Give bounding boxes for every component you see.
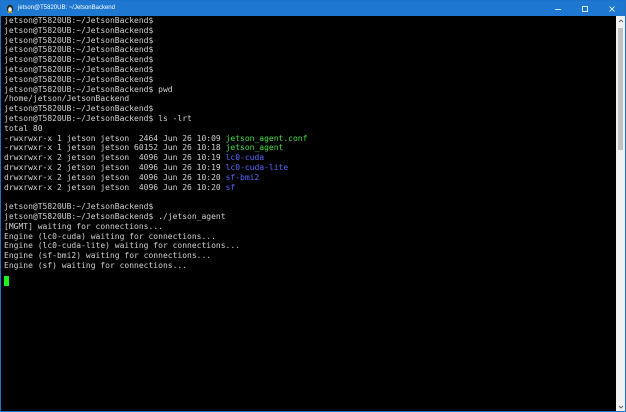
terminal-text: jetson@T5820UB:~/JetsonBackend$	[4, 35, 154, 45]
terminal-text: -rwxrwxr-x 1 jetson jetson 2464 Jun 26 1…	[4, 133, 226, 143]
terminal-text: jetson@T5820UB:~/JetsonBackend$ pwd	[4, 84, 173, 94]
close-button[interactable]	[598, 1, 625, 16]
terminal-text: jetson@T5820UB:~/JetsonBackend$	[4, 55, 154, 65]
terminal-line: jetson@T5820UB:~/JetsonBackend$ ls -lrt	[1, 114, 616, 124]
terminal-line: jetson@T5820UB:~/JetsonBackend$	[1, 16, 616, 26]
terminal-output[interactable]: jetson@T5820UB:~/JetsonBackend$ jetson@T5…	[1, 16, 616, 411]
terminal-text: -rwxrwxr-x 1 jetson jetson 60152 Jun 26 …	[4, 143, 226, 153]
terminal-line: jetson@T5820UB:~/JetsonBackend$	[1, 75, 616, 85]
terminal-text: jetson@T5820UB:~/JetsonBackend$	[4, 64, 154, 74]
terminal-line: drwxrwxr-x 2 jetson jetson 4096 Jun 26 1…	[1, 173, 616, 183]
terminal-line: /home/jetson/JetsonBackend	[1, 94, 616, 104]
terminal-text: jetson@T5820UB:~/JetsonBackend$	[4, 45, 154, 55]
terminal-text: Engine (lc0-cuda-lite) waiting for conne…	[4, 241, 241, 251]
terminal-line: drwxrwxr-x 2 jetson jetson 4096 Jun 26 1…	[1, 183, 616, 193]
terminal-line: jetson@T5820UB:~/JetsonBackend$	[1, 104, 616, 114]
terminal-text: jetson@T5820UB:~/JetsonBackend$	[4, 16, 154, 25]
terminal-text: jetson@T5820UB:~/JetsonBackend$	[4, 25, 154, 35]
terminal-line: Engine (sf-bmi2) waiting for connections…	[1, 251, 616, 261]
close-icon	[608, 5, 615, 12]
terminal-text: total 80	[4, 123, 43, 133]
scroll-down-button[interactable]	[616, 402, 625, 411]
terminal-line: jetson@T5820UB:~/JetsonBackend$	[1, 26, 616, 36]
terminal-text: jetson@T5820UB:~/JetsonBackend$	[4, 202, 154, 212]
maximize-button[interactable]	[571, 1, 598, 16]
terminal-text: jetson@T5820UB:~/JetsonBackend$	[4, 74, 154, 84]
terminal-line: jetson@T5820UB:~/JetsonBackend$	[1, 55, 616, 65]
terminal-text: jetson@T5820UB:~/JetsonBackend$	[4, 104, 154, 114]
window-title: jetson@T5820UB: ~/JetsonBackend	[18, 5, 115, 11]
executable-file-name: jetson_agent.conf	[225, 133, 308, 143]
terminal-line: jetson@T5820UB:~/JetsonBackend$	[1, 45, 616, 55]
minimize-icon	[554, 8, 561, 10]
terminal-line: jetson@T5820UB:~/JetsonBackend$	[1, 202, 616, 212]
terminal-text: /home/jetson/JetsonBackend	[4, 94, 130, 104]
scroll-up-arrow-icon	[618, 18, 623, 22]
linux-penguin-icon	[5, 4, 14, 13]
minimize-button[interactable]	[544, 1, 571, 16]
terminal-text: jetson@T5820UB:~/JetsonBackend$ ls -lrt	[4, 113, 192, 123]
directory-name: lc0-cuda	[225, 153, 265, 163]
window-controls	[544, 1, 625, 16]
executable-file-name: jetson_agent	[225, 143, 284, 153]
terminal-line: total 80	[1, 124, 616, 134]
directory-name: sf	[225, 182, 236, 192]
terminal-text: jetson@T5820UB:~/JetsonBackend$ ./jetson…	[4, 211, 226, 221]
terminal-text: Engine (sf-bmi2) waiting for connections…	[4, 251, 212, 261]
terminal-text: drwxrwxr-x 2 jetson jetson 4096 Jun 26 1…	[4, 162, 226, 172]
terminal-line: Engine (lc0-cuda) waiting for connection…	[1, 232, 616, 242]
terminal-line: Engine (lc0-cuda-lite) waiting for conne…	[1, 241, 616, 251]
directory-name: sf-bmi2	[225, 172, 260, 182]
terminal-text: drwxrwxr-x 2 jetson jetson 4096 Jun 26 1…	[4, 182, 226, 192]
terminal-line: [MGMT] waiting for connections...	[1, 222, 616, 232]
terminal-line: jetson@T5820UB:~/JetsonBackend$	[1, 65, 616, 75]
scroll-down-arrow-icon	[618, 405, 623, 409]
scroll-up-button[interactable]	[616, 16, 625, 25]
terminal-window: jetson@T5820UB: ~/JetsonBackend jetson@T…	[0, 0, 626, 412]
terminal-line: drwxrwxr-x 2 jetson jetson 4096 Jun 26 1…	[1, 163, 616, 173]
terminal-line: jetson@T5820UB:~/JetsonBackend$ pwd	[1, 85, 616, 95]
directory-name: lc0-cuda-lite	[225, 162, 289, 172]
terminal-cursor	[4, 275, 9, 286]
scrollbar-thumb[interactable]	[618, 28, 623, 150]
terminal-line: Engine (sf) waiting for connections...	[1, 261, 616, 271]
terminal-text: Engine (sf) waiting for connections...	[4, 260, 188, 270]
terminal-line: drwxrwxr-x 2 jetson jetson 4096 Jun 26 1…	[1, 153, 616, 163]
terminal-line: jetson@T5820UB:~/JetsonBackend$	[1, 36, 616, 46]
terminal-text: [MGMT] waiting for connections...	[4, 221, 163, 231]
vertical-scrollbar[interactable]	[616, 16, 625, 411]
terminal-text: drwxrwxr-x 2 jetson jetson 4096 Jun 26 1…	[4, 153, 226, 163]
terminal-line: -rwxrwxr-x 1 jetson jetson 2464 Jun 26 1…	[1, 134, 616, 144]
terminal-text: Engine (lc0-cuda) waiting for connection…	[4, 231, 216, 241]
title-bar[interactable]: jetson@T5820UB: ~/JetsonBackend	[1, 1, 625, 16]
terminal-line: -rwxrwxr-x 1 jetson jetson 60152 Jun 26 …	[1, 143, 616, 153]
terminal-text: drwxrwxr-x 2 jetson jetson 4096 Jun 26 1…	[4, 172, 226, 182]
maximize-icon	[581, 5, 588, 12]
terminal-line: jetson@T5820UB:~/JetsonBackend$ ./jetson…	[1, 212, 616, 222]
